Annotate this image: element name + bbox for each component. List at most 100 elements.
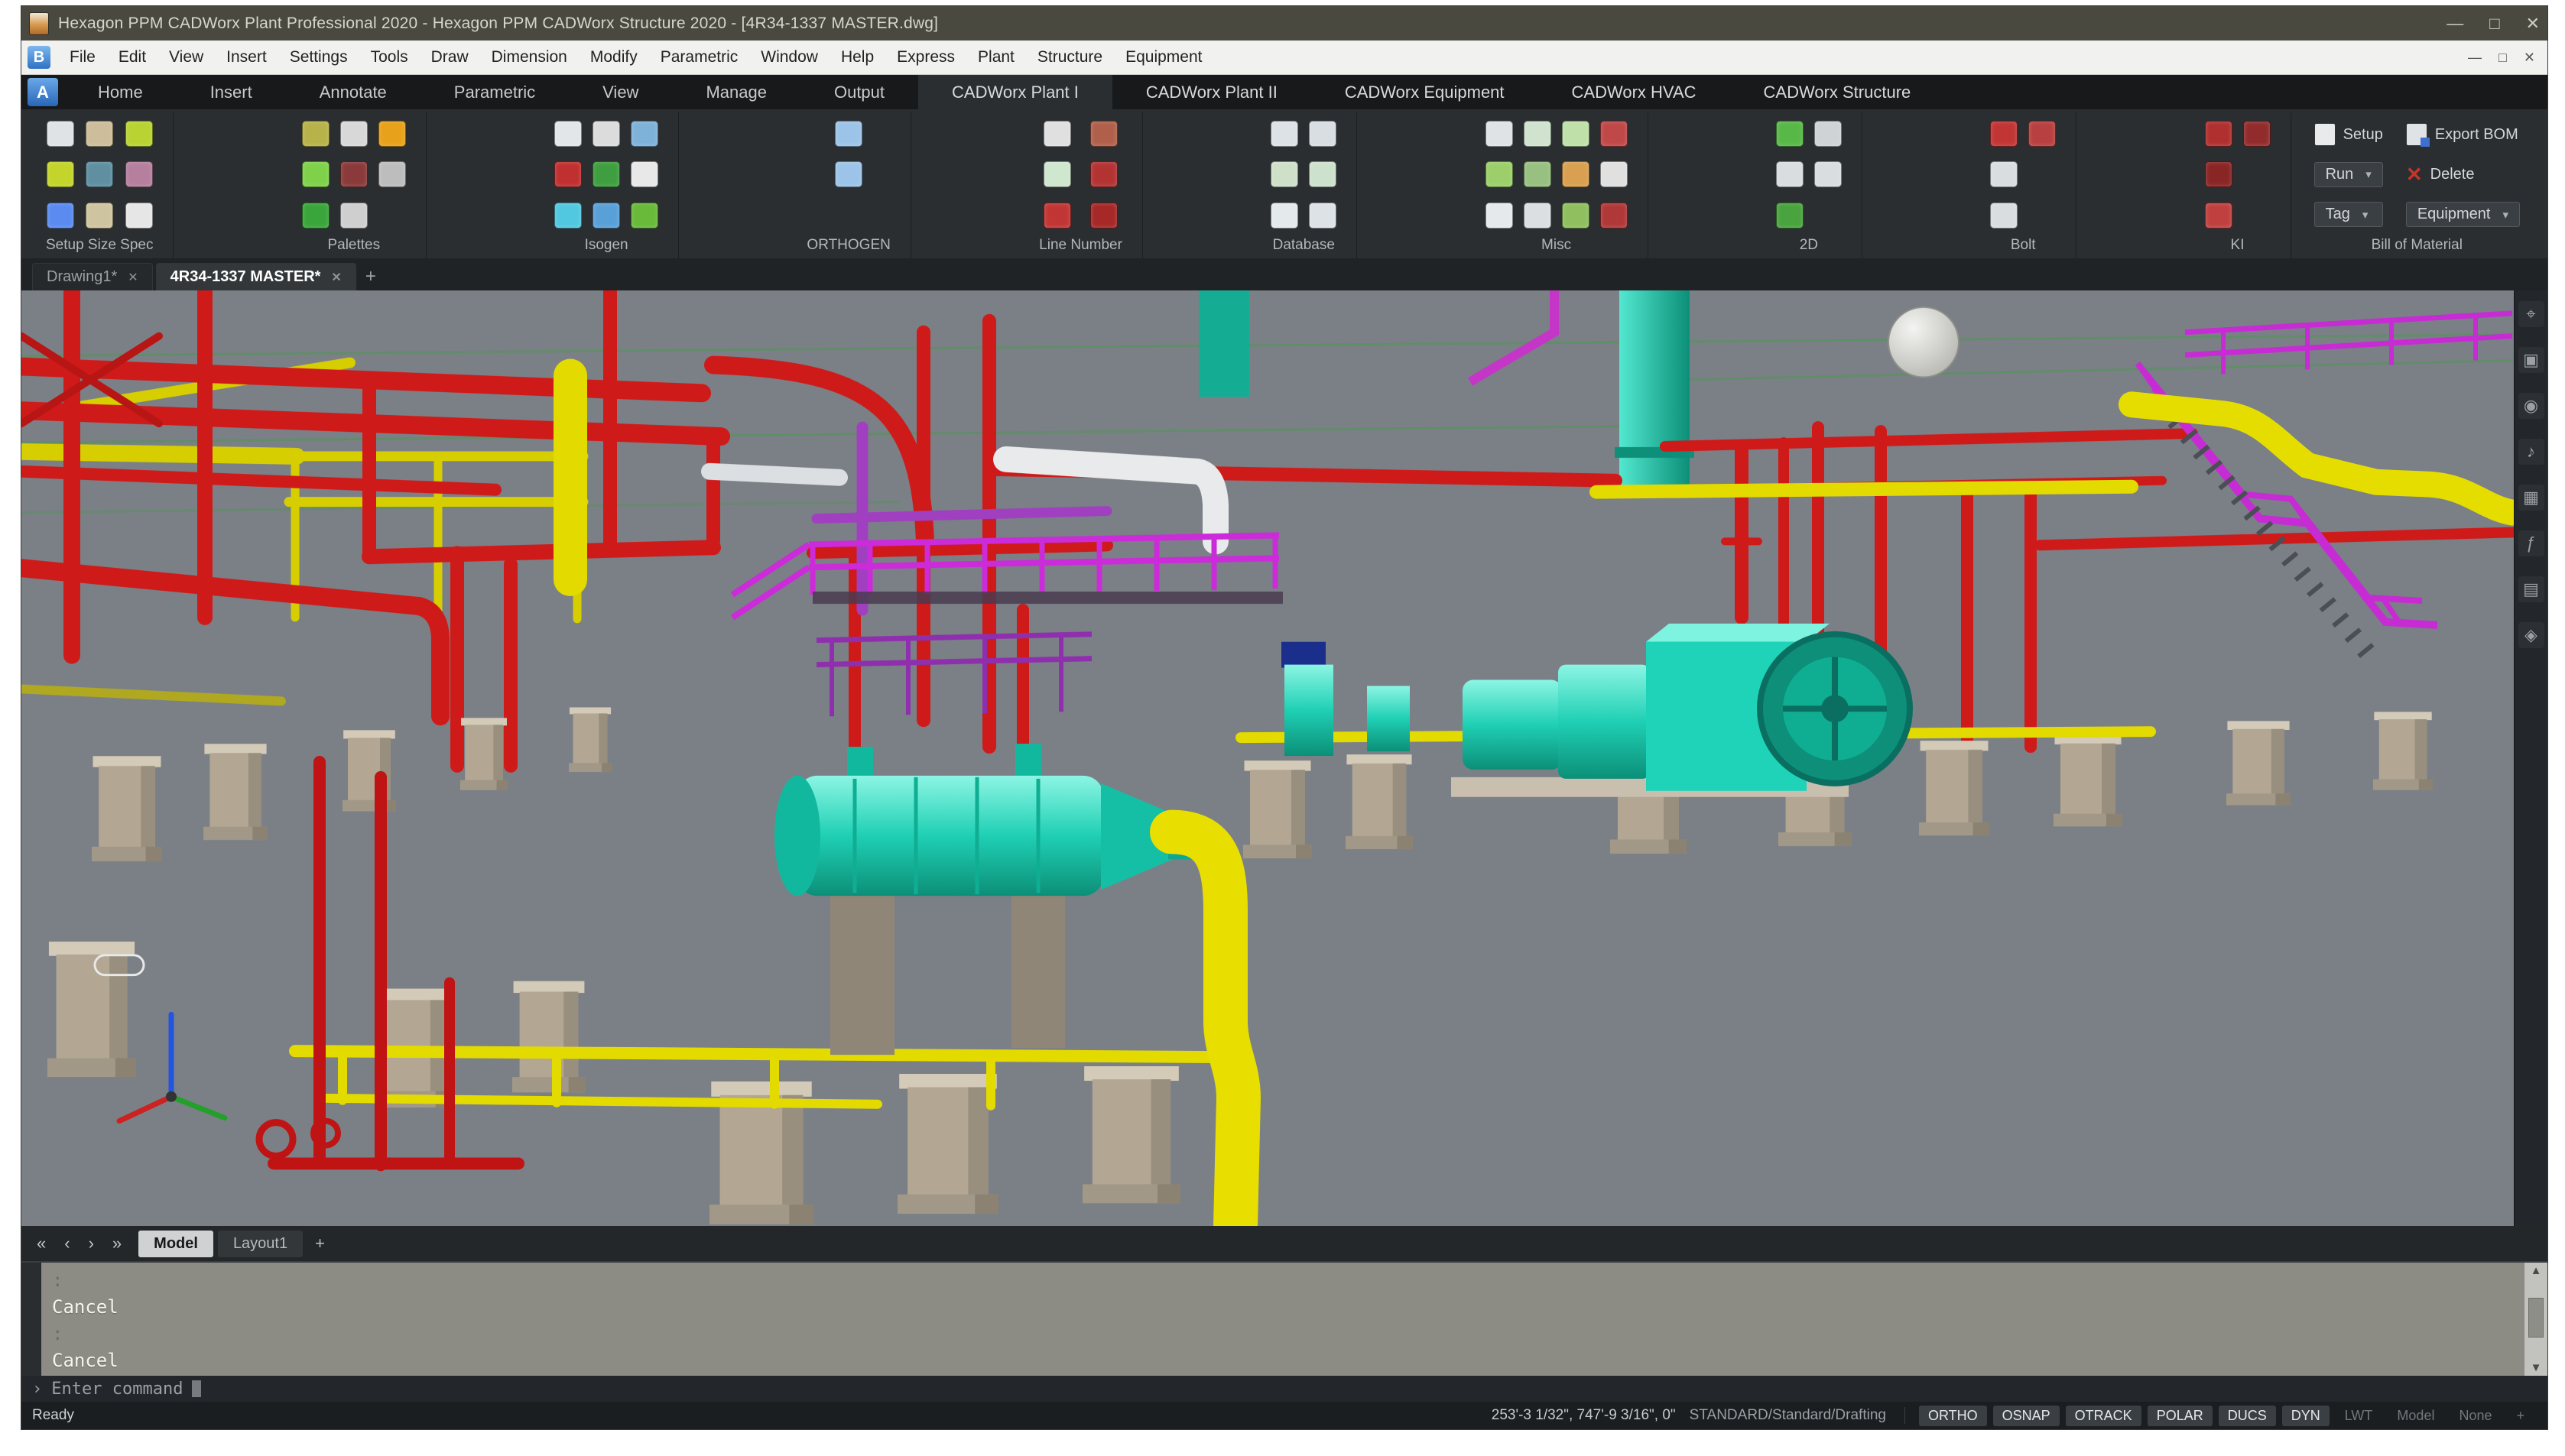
close-tab-icon[interactable]: ✕	[331, 270, 341, 285]
ribbon-icon-2d-white-2[interactable]	[1813, 120, 1842, 147]
menu-structure[interactable]: Structure	[1026, 44, 1114, 71]
ribbon-icon-misc-white-4[interactable]	[1599, 161, 1628, 188]
ribbon-icon-iso-monitor-blue[interactable]	[593, 203, 621, 229]
command-scrollbar[interactable]: ▲ ▼	[2524, 1263, 2547, 1376]
ribbon-icon-palette-green[interactable]	[301, 161, 330, 188]
ribbon-icon-grid-white[interactable]	[125, 203, 153, 229]
ribbon-icon-iso-circle[interactable]	[631, 161, 659, 188]
menu-express[interactable]: Express	[885, 44, 966, 71]
ribbon-icon-misc-green-5[interactable]	[1561, 203, 1589, 229]
ribbon-icon-spec-columns[interactable]	[86, 203, 114, 229]
ribbon-tab-cadworx-equipment[interactable]: CADWorx Equipment	[1311, 75, 1538, 109]
ribbon-icon-drawing-setup[interactable]	[46, 120, 74, 147]
document-tab-4r34-1337-master[interactable]: 4R34-1337 MASTER* ✕	[155, 263, 356, 290]
ribbon-icon-db-green-1[interactable]	[1271, 161, 1299, 188]
bom-export-button[interactable]: Export BOM	[2405, 123, 2520, 148]
sound-icon[interactable]: ♪	[2518, 439, 2544, 465]
menu-file[interactable]: File	[58, 44, 107, 71]
ribbon-icon-iso-monitor-cyan[interactable]	[554, 203, 583, 229]
ribbon-icon-iso-tree[interactable]	[593, 161, 621, 188]
menu-tools[interactable]: Tools	[359, 44, 420, 71]
status-toggle-ducs[interactable]: DUCS	[2218, 1405, 2276, 1426]
model-viewport[interactable]	[21, 290, 2514, 1226]
status-toggle-dyn[interactable]: DYN	[2281, 1405, 2330, 1426]
ribbon-icon-misc-white-2[interactable]	[1485, 203, 1513, 229]
ribbon-icon-2d-white-1[interactable]	[1775, 161, 1804, 188]
ribbon-icon-line-red-1[interactable]	[1043, 203, 1071, 229]
ribbon-icon-line-brown[interactable]	[1090, 120, 1119, 147]
ribbon-icon-warning-triangle[interactable]	[378, 120, 406, 147]
ribbon-icon-line-pump[interactable]	[1043, 120, 1071, 147]
ribbon-icon-bolt-white-1[interactable]	[1990, 161, 2018, 188]
ribbon-icon-bolt-dark-red[interactable]	[2028, 120, 2057, 147]
ribbon-tab-cadworx-hvac[interactable]: CADWorx HVAC	[1538, 75, 1730, 109]
ribbon-icon-ortho-bolt-2[interactable]	[835, 161, 863, 188]
tower-column-small[interactable]	[1199, 290, 1249, 397]
ribbon-app-button[interactable]: A	[28, 78, 58, 106]
status-toggle-otrack[interactable]: OTRACK	[2065, 1405, 2141, 1426]
ribbon-icon-refresh-green[interactable]	[301, 203, 330, 229]
document-tab-drawing1[interactable]: Drawing1* ✕	[32, 263, 153, 290]
function-icon[interactable]: ƒ	[2518, 530, 2544, 556]
mdi-close-icon[interactable]: ✕	[2524, 50, 2535, 66]
new-drawing-tab-button[interactable]: +	[359, 266, 387, 290]
ribbon-icon-palette-diamond[interactable]	[339, 203, 368, 229]
menu-settings[interactable]: Settings	[278, 44, 359, 71]
ribbon-icon-db-export[interactable]	[1271, 120, 1299, 147]
camera-icon[interactable]: ◉	[2518, 393, 2544, 419]
ribbon-icon-misc-red-1[interactable]	[1599, 120, 1628, 147]
ribbon-icon-line-red-3[interactable]	[1090, 203, 1119, 229]
bom-tag-dropdown[interactable]: Tag ▾	[2313, 202, 2383, 228]
ribbon-icon-iso-sheet[interactable]	[593, 120, 621, 147]
ribbon-icon-bolt-red[interactable]	[1990, 120, 2018, 147]
maximize-icon[interactable]: □	[2489, 14, 2499, 34]
ribbon-icon-palette-red[interactable]	[339, 161, 368, 188]
ribbon-icon-view-steel[interactable]	[86, 161, 114, 188]
ribbon-icon-size-palette[interactable]	[46, 161, 74, 188]
ribbon-icon-shield-gray[interactable]	[378, 161, 406, 188]
ribbon-icon-misc-green-2[interactable]	[1523, 120, 1551, 147]
status-toggle-osnap[interactable]: OSNAP	[1992, 1405, 2060, 1426]
menu-view[interactable]: View	[157, 44, 215, 71]
ribbon-icon-misc-orange[interactable]	[1561, 161, 1589, 188]
menu-modify[interactable]: Modify	[579, 44, 649, 71]
ribbon-icon-bolt-white-2[interactable]	[1990, 203, 2018, 229]
minimize-icon[interactable]: —	[2446, 14, 2463, 34]
ribbon-icon-ki-dark-1[interactable]	[2204, 161, 2232, 188]
ribbon-icon-2d-white-3[interactable]	[1813, 161, 1842, 188]
scroll-down-icon[interactable]: ▼	[2531, 1361, 2542, 1374]
menu-insert[interactable]: Insert	[215, 44, 278, 71]
status-toggle-ortho[interactable]: ORTHO	[1918, 1405, 1987, 1426]
next-layout-icon[interactable]: ›	[80, 1232, 103, 1255]
bom-run-dropdown[interactable]: Run ▾	[2313, 161, 2383, 187]
diamond-icon[interactable]: ◈	[2518, 622, 2544, 648]
ribbon-tab-cadworx-plant-ii[interactable]: CADWorx Plant II	[1112, 75, 1311, 109]
ribbon-icon-2d-green-2[interactable]	[1775, 203, 1804, 229]
ribbon-icon-misc-green-4[interactable]	[1561, 120, 1589, 147]
ribbon-icon-misc-red-2[interactable]	[1599, 203, 1628, 229]
ribbon-icon-navigate-blue[interactable]	[46, 203, 74, 229]
app-menu-icon[interactable]: B	[28, 46, 50, 69]
ribbon-tab-cadworx-structure[interactable]: CADWorx Structure	[1730, 75, 1945, 109]
ribbon-tab-insert[interactable]: Insert	[177, 75, 286, 109]
menu-plant[interactable]: Plant	[966, 44, 1026, 71]
ribbon-icon-db-doc[interactable]	[1271, 203, 1299, 229]
monitor-icon[interactable]: ▣	[2518, 347, 2544, 373]
menu-edit[interactable]: Edit	[107, 44, 157, 71]
status-toggle-[interactable]: +	[2507, 1406, 2534, 1426]
first-layout-icon[interactable]: «	[28, 1232, 55, 1255]
viewport-canvas[interactable]	[21, 290, 2514, 1226]
target-icon[interactable]: ⌖	[2518, 301, 2544, 327]
ribbon-icon-line-diamond[interactable]	[1043, 161, 1071, 188]
ribbon-icon-ki-red-1[interactable]	[2204, 120, 2232, 147]
menu-equipment[interactable]: Equipment	[1114, 44, 1213, 71]
bom-setup-button[interactable]: Setup	[2313, 123, 2383, 147]
scrollbar-thumb[interactable]	[2528, 1298, 2544, 1338]
ribbon-icon-db-sheet[interactable]	[1309, 120, 1337, 147]
ribbon-icon-size-select[interactable]	[125, 120, 153, 147]
ribbon-tab-home[interactable]: Home	[64, 75, 177, 109]
ribbon-icon-db-table[interactable]	[1309, 203, 1337, 229]
platform-deck[interactable]	[813, 592, 1283, 604]
ribbon-tab-manage[interactable]: Manage	[672, 75, 800, 109]
ribbon-icon-folder-spec[interactable]	[86, 120, 114, 147]
